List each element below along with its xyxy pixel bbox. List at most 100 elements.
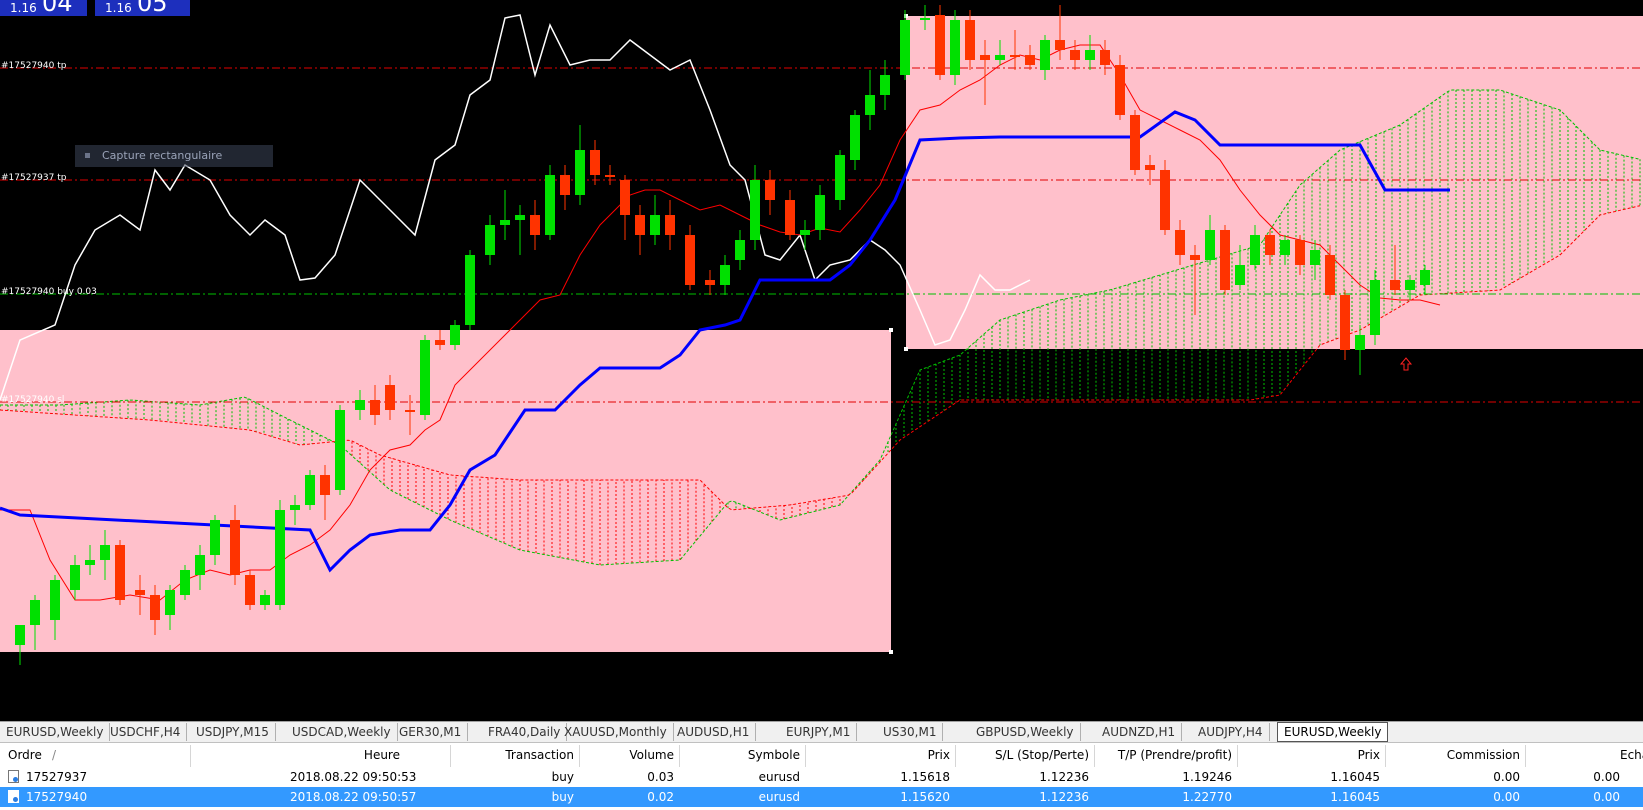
candle-body: [465, 255, 475, 325]
order-cell-swap: 0.00: [1593, 790, 1620, 804]
ask-price-prefix: 1.16: [105, 1, 132, 15]
bid-price-digits: 04: [42, 0, 73, 17]
chart-tab[interactable]: EURUSD,Weekly: [1277, 722, 1389, 742]
candle-body: [835, 155, 845, 200]
zone-handle: [889, 328, 893, 332]
chart-tab[interactable]: AUDNZD,H1: [1096, 723, 1183, 741]
candle-body: [1355, 335, 1365, 350]
zone-handle: [904, 347, 908, 351]
candle-body: [305, 475, 315, 505]
order-cell-commission: 0.00: [1493, 770, 1520, 784]
candle-body: [1175, 230, 1185, 255]
capture-tooltip-text: Capture rectangulaire: [102, 149, 223, 162]
chart-tab[interactable]: USDCAD,Weekly: [286, 723, 398, 741]
terminal-column-header[interactable]: Heure: [340, 748, 400, 762]
candle-body: [635, 215, 645, 235]
candle-body: [275, 510, 285, 605]
candle-body: [590, 150, 600, 175]
candle-body: [865, 95, 875, 115]
order-cell-tp: 1.19246: [1182, 770, 1232, 784]
candle-body: [720, 265, 730, 285]
candle-body: [70, 565, 80, 590]
order-icon: [8, 770, 19, 783]
candle-body: [180, 570, 190, 595]
chart-tab[interactable]: EURJPY,M1: [780, 723, 858, 741]
candle-body: [995, 55, 1005, 60]
terminal-column-header[interactable]: Echa: [1620, 748, 1643, 762]
candle-body: [1115, 65, 1125, 115]
candle-body: [1220, 230, 1230, 290]
candle-body: [1160, 170, 1170, 230]
candle-body: [420, 340, 430, 415]
order-cell-order: 17527940: [26, 790, 88, 804]
candle-body: [435, 340, 445, 345]
candle-body: [935, 15, 945, 75]
candle-body: [560, 175, 570, 195]
chart-area[interactable]: 1.16 04 1.16 05 #17527940 tp #17527937 tp…: [0, 0, 1643, 702]
candle-body: [1340, 295, 1350, 350]
candle-body: [165, 590, 175, 615]
terminal-column-header[interactable]: Symbole: [700, 748, 800, 762]
candle-body: [210, 520, 220, 555]
candle-body: [450, 325, 460, 345]
candle-body: [515, 215, 525, 220]
candle-body: [230, 520, 240, 575]
candle-body: [115, 545, 125, 600]
column-separator: [1525, 745, 1526, 767]
candle-body: [900, 20, 910, 75]
candle-body: [1010, 55, 1020, 57]
order-cell-current: 1.16045: [1330, 770, 1380, 784]
candle-body: [605, 175, 615, 177]
candle-body: [980, 55, 990, 60]
column-separator: [1237, 745, 1238, 767]
candle-body: [1025, 55, 1035, 65]
chart-tab[interactable]: AUDUSD,H1: [671, 723, 757, 741]
chart-tab[interactable]: EURUSD,Weekly: [0, 723, 111, 741]
chart-tab[interactable]: FRA40,Daily: [482, 723, 568, 741]
bid-price-prefix: 1.16: [10, 1, 37, 15]
ask-price-digits: 05: [137, 0, 168, 17]
chart-tab[interactable]: GER30,M1: [393, 723, 469, 741]
candle-body: [1325, 255, 1335, 295]
column-separator: [579, 745, 580, 767]
order-icon: [8, 790, 19, 803]
candle-body: [1250, 235, 1260, 265]
column-separator: [450, 745, 451, 767]
terminal-column-header[interactable]: Transaction: [489, 748, 574, 762]
terminal-column-header[interactable]: Commission: [1422, 748, 1520, 762]
order-level-label: #17527937 tp: [1, 173, 67, 183]
candle-body: [575, 150, 585, 195]
chart-tab[interactable]: US30,M1: [877, 723, 944, 741]
candle-body: [1205, 230, 1215, 260]
candle-body: [485, 225, 495, 255]
order-cell-type: buy: [551, 790, 574, 804]
chart-tab[interactable]: GBPUSD,Weekly: [970, 723, 1081, 741]
zone-rect-1: [0, 330, 891, 652]
candle-body: [385, 385, 395, 410]
order-row[interactable]: 17527937 2018.08.22 09:50:53 buy 0.03 eurusd…: [0, 767, 1643, 787]
candle-body: [30, 600, 40, 625]
order-cell-time: 2018.08.22 09:50:53: [290, 770, 417, 784]
chart-tab[interactable]: USDCHF,H4: [104, 723, 188, 741]
candle-body: [1100, 50, 1110, 65]
terminal-column-header[interactable]: Prix: [875, 748, 950, 762]
candle-body: [1130, 115, 1140, 170]
terminal-column-header[interactable]: Prix: [1322, 748, 1380, 762]
terminal-column-header[interactable]: S/L (Stop/Perte): [949, 748, 1089, 762]
capture-tooltip: Capture rectangulaire: [75, 145, 273, 167]
candle-body: [405, 410, 415, 412]
terminal-column-header[interactable]: Volume: [604, 748, 674, 762]
chart-tab[interactable]: AUDJPY,H4: [1192, 723, 1270, 741]
price-chart[interactable]: [0, 0, 1643, 702]
order-cell-time: 2018.08.22 09:50:57: [290, 790, 417, 804]
candle-body: [500, 220, 510, 225]
order-cell-tp: 1.22770: [1182, 790, 1232, 804]
order-row[interactable]: 17527940 2018.08.22 09:50:57 buy 0.02 eurusd…: [0, 787, 1643, 807]
order-level-label: #17527940 sl: [1, 395, 65, 405]
terminal-column-header[interactable]: Ordre: [8, 748, 42, 762]
terminal-column-header[interactable]: T/P (Prendre/profit): [1092, 748, 1232, 762]
chart-tab[interactable]: USDJPY,M15: [190, 723, 276, 741]
candle-body: [1040, 40, 1050, 70]
chart-tab[interactable]: XAUUSD,Monthly: [558, 723, 674, 741]
candle-body: [355, 400, 365, 410]
